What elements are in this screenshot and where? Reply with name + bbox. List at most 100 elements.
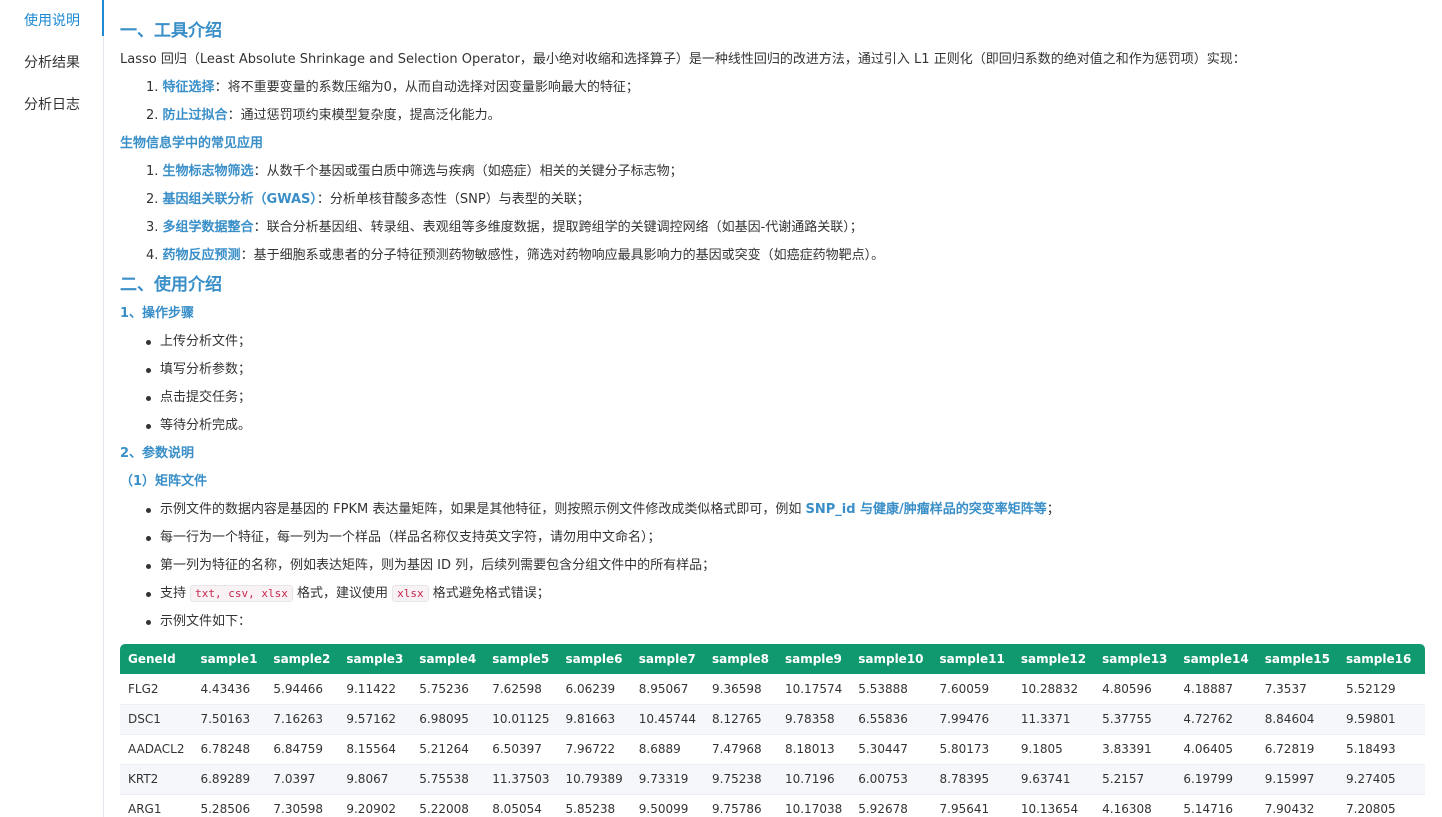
sidebar-item-usage[interactable]: 使用说明 — [0, 0, 104, 42]
table-cell: 9.15997 — [1256, 764, 1339, 795]
column-header: sample12 — [1012, 644, 1095, 674]
table-cell: 9.78358 — [776, 704, 851, 735]
table-cell: 6.89289 — [192, 764, 266, 795]
table-cell: 7.20805 — [1338, 794, 1420, 817]
table-cell: 9.75238 — [704, 764, 777, 795]
item-number: 1. — [146, 164, 159, 179]
item-keyword: 药物反应预测 — [162, 248, 241, 263]
table-cell: 9.57162 — [338, 704, 412, 735]
table-cell: 6.84759 — [265, 734, 339, 765]
matrix-note: 示例文件如下： — [120, 608, 1425, 636]
note-text: ； — [1046, 502, 1060, 517]
table-cell: 5.75538 — [411, 764, 485, 795]
table-cell: 8.12765 — [704, 704, 777, 735]
table-row: KRT2 6.89289 7.0397 9.8067 5.75538 11.37503 10… — [120, 764, 1425, 795]
table-cell: 10.79389 — [557, 764, 631, 795]
table-cell: 10.45744 — [630, 704, 705, 735]
item-keyword: 特征选择 — [162, 80, 215, 95]
table-cell: 8.6889 — [630, 734, 705, 765]
table-cell: 6.50397 — [484, 734, 558, 765]
column-header: sample2 — [265, 644, 339, 674]
feature-item: 1. 特征选择：将不重要变量的系数压缩为0，从而自动选择对因变量影响最大的特征； — [120, 74, 1425, 102]
table-row: ARG1 5.28506 7.30598 9.20902 5.22008 8.05054 5… — [120, 794, 1425, 817]
table-cell: 7.54994 — [1419, 764, 1425, 795]
column-header: sample14 — [1175, 644, 1257, 674]
application-item: 2. 基因组关联分析（GWAS）：分析单核苷酸多态性（SNP）与表型的关联； — [120, 186, 1425, 214]
table-cell: 7.95641 — [931, 794, 1013, 817]
table-cell: 5.28506 — [192, 794, 266, 817]
example-data-table: GeneId sample1 sample2 sample3 sample4 sample… — [120, 644, 1425, 817]
main-content: 一、工具介绍 Lasso 回归（Least Absolute Shrinkage… — [120, 0, 1425, 817]
step-item: 等待分析完成。 — [120, 412, 1425, 440]
sidebar-item-logs[interactable]: 分析日志 — [0, 84, 103, 126]
table-cell: FLG2 — [120, 674, 193, 705]
table-cell: 7.3537 — [1256, 674, 1339, 705]
table-cell: 9.81663 — [557, 704, 631, 735]
table-cell: 9.73319 — [630, 764, 705, 795]
table-cell: 6.39347 — [1419, 704, 1425, 735]
table-cell: DSC1 — [120, 704, 193, 735]
table-row: DSC1 7.50163 7.16263 9.57162 6.98095 10.01125… — [120, 704, 1425, 735]
application-item: 3. 多组学数据整合：联合分析基因组、转录组、表观组等多维度数据，提取跨组学的关… — [120, 214, 1425, 242]
sidebar-nav: 使用说明 分析结果 分析日志 — [0, 0, 104, 817]
table-cell: ARG1 — [120, 794, 193, 817]
item-number: 4. — [146, 248, 159, 263]
table-cell: 6.72819 — [1256, 734, 1339, 765]
item-keyword: 基因组关联分析（GWAS） — [162, 192, 317, 207]
table-cell: 10.01125 — [484, 704, 558, 735]
table-cell: 5.92678 — [850, 794, 932, 817]
table-row: AADACL2 6.78248 6.84759 8.15564 5.21264 6.503… — [120, 734, 1425, 765]
table-cell: 6.19799 — [1175, 764, 1257, 795]
note-text: 示例文件的数据内容是基因的 FPKM 表达量矩阵，如果是其他特征，则按照示例文件… — [160, 502, 806, 517]
table-cell: 7.16263 — [265, 704, 339, 735]
table-cell: 5.18493 — [1338, 734, 1420, 765]
table-cell: 5.53888 — [850, 674, 932, 705]
column-header: sample5 — [484, 644, 558, 674]
table-cell: 9.36598 — [704, 674, 777, 705]
subsection-title-matrix: （1）矩阵文件 — [120, 474, 208, 489]
subsection-title-bio: 生物信息学中的常见应用 — [120, 136, 264, 151]
table-cell: 8.78395 — [931, 764, 1013, 795]
table-cell: 10.17574 — [776, 674, 851, 705]
item-keyword: 防止过拟合 — [162, 108, 228, 123]
column-header: sample11 — [931, 644, 1013, 674]
column-header: sample17 — [1419, 644, 1425, 674]
table-cell: 4.80596 — [1094, 674, 1176, 705]
item-number: 1. — [146, 80, 159, 95]
table-cell: 3.83391 — [1094, 734, 1176, 765]
note-text: 格式，建议使用 — [292, 586, 393, 601]
table-cell: 5.52129 — [1338, 674, 1420, 705]
table-cell: 9.27405 — [1338, 764, 1420, 795]
table-cell: 7.90432 — [1256, 794, 1339, 817]
note-text: 格式避免格式错误； — [428, 586, 550, 601]
table-cell: 8.15564 — [338, 734, 412, 765]
table-cell: 5.80173 — [931, 734, 1013, 765]
table-cell: 4.06405 — [1175, 734, 1257, 765]
intro-paragraph: Lasso 回归（Least Absolute Shrinkage and Se… — [120, 52, 1246, 67]
table-cell: 10.13654 — [1012, 794, 1095, 817]
column-header: sample4 — [411, 644, 485, 674]
table-cell: 9.63741 — [1012, 764, 1095, 795]
table-cell: 10.28832 — [1012, 674, 1095, 705]
table-cell: 7.62598 — [484, 674, 558, 705]
item-text: ：通过惩罚项约束模型复杂度，提高泛化能力。 — [227, 108, 501, 123]
table-cell: 8.05054 — [484, 794, 558, 817]
matrix-note: 支持 txt, csv, xlsx 格式，建议使用 xlsx 格式避免格式错误； — [120, 580, 1425, 608]
table-cell: 10.7196 — [776, 764, 851, 795]
note-text: 支持 — [160, 586, 191, 601]
item-number: 2. — [146, 108, 159, 123]
step-item: 填写分析参数； — [120, 356, 1425, 384]
column-header: sample10 — [850, 644, 932, 674]
snp-matrix-link[interactable]: SNP_id 与健康/肿瘤样品的突变率矩阵等 — [805, 502, 1046, 517]
item-text: ：分析单核苷酸多态性（SNP）与表型的关联； — [316, 192, 590, 207]
step-item: 点击提交任务； — [120, 384, 1425, 412]
table-cell: 5.13409 — [1419, 734, 1425, 765]
item-keyword: 生物标志物筛选 — [162, 164, 254, 179]
subsection-title-params: 2、参数说明 — [120, 446, 195, 461]
table-cell: 3.73775 — [1419, 674, 1425, 705]
subsection-title-steps: 1、操作步骤 — [120, 306, 195, 321]
table-cell: 8.95067 — [630, 674, 705, 705]
item-text: ：从数千个基因或蛋白质中筛选与疾病（如癌症）相关的关键分子标志物； — [253, 164, 683, 179]
table-cell: 5.37755 — [1094, 704, 1176, 735]
sidebar-item-results[interactable]: 分析结果 — [0, 42, 103, 84]
